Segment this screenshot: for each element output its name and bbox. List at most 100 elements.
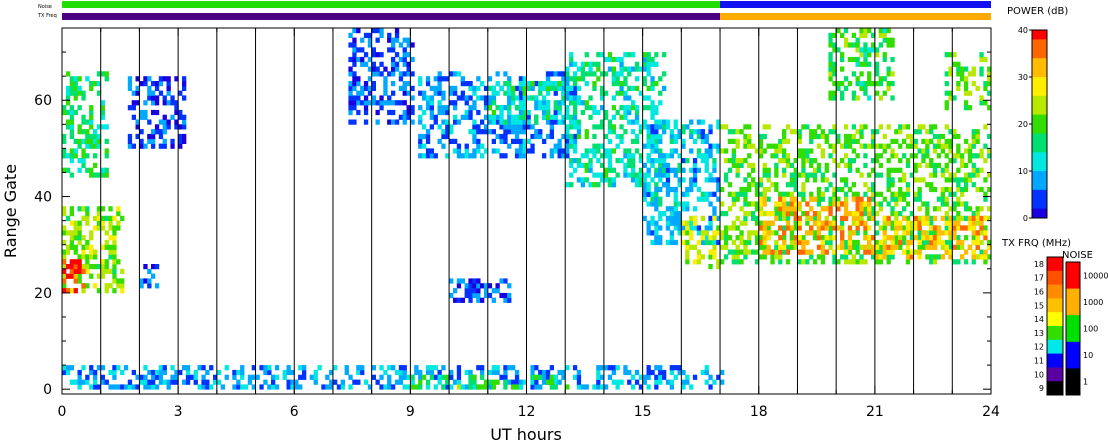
echo-cell (944, 143, 949, 149)
echo-cell (422, 90, 427, 96)
echo-cell (925, 162, 930, 168)
echo-cell (62, 109, 67, 116)
echo-cell (584, 100, 589, 106)
echo-cell (704, 230, 709, 236)
echo-cell (565, 109, 570, 116)
echo-cell (170, 100, 175, 106)
echo-cell (240, 374, 245, 380)
echo-cell (398, 76, 404, 82)
echo-cell (929, 254, 934, 260)
echo-cell (131, 143, 136, 149)
echo-cell (491, 90, 496, 96)
echo-cell (762, 167, 767, 173)
echo-cell (812, 211, 818, 217)
echo-cell (867, 249, 872, 255)
echo-cell (963, 225, 969, 231)
echo-cell (108, 268, 113, 274)
echo-cell (851, 95, 856, 101)
echo-cell (81, 235, 86, 241)
echo-cell (681, 369, 686, 376)
echo-cell (932, 230, 938, 236)
echo-cell (681, 167, 686, 173)
echo-cell (747, 249, 752, 255)
echo-cell (766, 167, 771, 173)
echo-cell (851, 230, 856, 236)
echo-cell (843, 201, 849, 207)
echo-cell (514, 129, 520, 135)
echo-cell (65, 100, 71, 106)
echo-cell (379, 384, 384, 390)
echo-cell (654, 105, 659, 111)
echo-cell (410, 85, 415, 91)
echo-cell (774, 167, 779, 173)
echo-cell (840, 215, 845, 221)
echo-cell (611, 148, 616, 154)
echo-cell (480, 95, 485, 101)
echo-cell (816, 196, 822, 202)
echo-cell (147, 369, 152, 376)
echo-cell (743, 186, 748, 193)
echo-cell (778, 158, 783, 164)
echo-cell (890, 235, 895, 241)
echo-cell (542, 100, 547, 106)
echo-cell (507, 297, 512, 303)
echo-cell (971, 172, 976, 178)
echo-cell (631, 162, 636, 168)
echo-cell (782, 211, 787, 217)
echo-cell (851, 254, 856, 260)
echo-cell (298, 365, 303, 371)
echo-cell (89, 235, 94, 241)
echo-cell (921, 239, 926, 246)
echo-cell (836, 81, 841, 87)
echo-cell (596, 384, 601, 390)
echo-cell (491, 85, 496, 91)
echo-cell (634, 177, 640, 183)
echo-cell (944, 52, 949, 58)
echo-cell (530, 124, 535, 130)
txfreq-colorbar-tick-label: 16 (1034, 288, 1044, 297)
echo-cell (69, 211, 74, 217)
echo-cell (464, 153, 469, 159)
power-colorbar-step (1032, 53, 1047, 59)
echo-cell (867, 95, 872, 101)
echo-cell (360, 365, 365, 371)
echo-cell (874, 71, 880, 77)
echo-cell (189, 374, 194, 380)
echo-cell (855, 81, 860, 87)
echo-cell (650, 230, 655, 236)
echo-cell (867, 71, 872, 77)
echo-cell (782, 191, 787, 197)
echo-cell (735, 249, 740, 255)
echo-cell (402, 56, 407, 63)
echo-cell (565, 143, 570, 149)
echo-cell (646, 186, 651, 193)
echo-cell (762, 124, 767, 130)
echo-cell (623, 95, 628, 101)
echo-cell (453, 114, 458, 120)
echo-cell (809, 206, 814, 212)
echo-cell (371, 52, 376, 58)
echo-cell (77, 90, 82, 96)
echo-cell (878, 254, 883, 260)
echo-cell (797, 153, 802, 159)
echo-cell (371, 71, 376, 77)
echo-cell (449, 292, 454, 299)
echo-cell (840, 52, 845, 58)
echo-cell (816, 191, 822, 197)
echo-cell (932, 133, 938, 140)
echo-cell (108, 206, 113, 212)
echo-cell (495, 288, 500, 294)
echo-cell (673, 172, 678, 178)
echo-cell (344, 369, 349, 376)
echo-cell (607, 182, 613, 188)
echo-cell (530, 133, 535, 140)
echo-cell (642, 186, 647, 193)
echo-cell (158, 133, 164, 140)
echo-cell (619, 81, 624, 87)
echo-cell (712, 177, 717, 183)
echo-cell (723, 211, 729, 217)
echo-cell (902, 124, 907, 130)
echo-cell (592, 61, 597, 67)
echo-cell (801, 196, 806, 202)
echo-cell (650, 191, 655, 197)
